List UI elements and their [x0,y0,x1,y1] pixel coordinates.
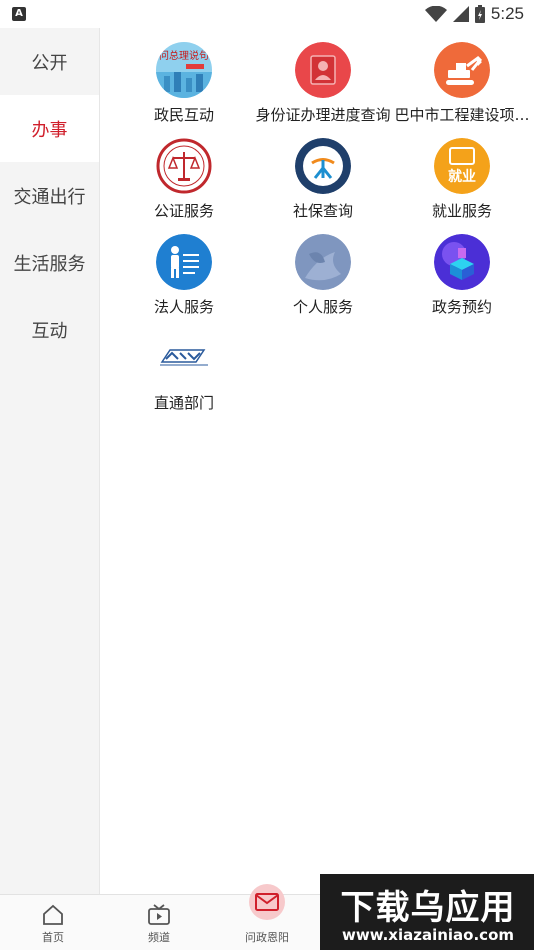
tv-icon [148,904,170,925]
nav-ask-government-label: 问政恩阳 [245,931,289,944]
sidebar-item-life[interactable]: 生活服务 [0,229,99,296]
id-card-icon [295,42,351,98]
service-item-social-security[interactable]: 社保查询 [248,136,398,232]
service-item-direct-department[interactable]: 直通部门 [109,328,259,424]
service-label: 个人服务 [292,298,353,316]
service-label: 直通部门 [153,394,214,412]
service-label: 政民互动 [153,106,214,124]
wifi-icon [424,6,447,22]
excavator-icon [434,42,490,98]
service-label: 政务预约 [431,298,492,316]
sidebar-item-transport[interactable]: 交通出行 [0,162,99,229]
appointment-icon [434,234,490,290]
service-item-appointment[interactable]: 政务预约 [387,232,534,328]
watermark-url: www.xiazainiao.com [341,926,515,944]
status-icons: 5:25 [424,3,524,25]
clock: 5:25 [490,4,524,23]
service-label: 身份证办理进度查询 [255,106,391,124]
nav-channel[interactable]: 频道 [106,895,212,950]
service-item-personal[interactable]: 个人服务 [248,232,398,328]
service-item-corporate[interactable]: 法人服务 [109,232,259,328]
service-item-employment[interactable]: 就业 就业服务 [387,136,534,232]
sidebar-item-services[interactable]: 办事 [0,95,99,162]
service-label: 法人服务 [153,298,214,316]
poster-icon: 问总理说句 [156,42,212,98]
employment-icon: 就业 [434,138,490,194]
service-label: 社保查询 [292,202,353,220]
svg-text:就业: 就业 [448,168,476,185]
sidebar-item-interaction[interactable]: 互动 [0,296,99,363]
watermark-title: 下载乌应用 [340,888,516,928]
service-item-gov-interaction[interactable]: 问总理说句 政民互动 [109,40,259,136]
service-label: 公证服务 [153,202,214,220]
social-security-icon [295,138,351,194]
service-label: 就业服务 [431,202,492,220]
corporate-icon [156,234,212,290]
category-sidebar: 公开 办事 交通出行 生活服务 互动 [0,28,100,894]
service-item-construction-project[interactable]: 巴中市工程建设项… [387,40,534,136]
mail-icon [255,893,279,911]
service-panel: 问总理说句 政民互动 身份证办理进度查询 巴中市工程建设项… 公证服务 社保查询… [101,28,534,894]
sidebar-item-public[interactable]: 公开 [0,28,99,95]
svg-text:问总理说句: 问总理说句 [159,49,209,62]
status-bar: A 5:25 [0,0,534,28]
ask-government-badge[interactable] [249,884,285,920]
home-icon [43,904,63,925]
service-item-notary[interactable]: 公证服务 [109,136,259,232]
watermark: 下载乌应用 www.xiazainiao.com [320,874,534,950]
scales-icon [156,138,212,194]
direct-department-icon [156,330,212,386]
service-item-id-card-query[interactable]: 身份证办理进度查询 [248,40,398,136]
battery-icon [474,5,485,23]
person-icon [295,234,351,290]
nav-home[interactable]: 首页 [0,895,106,950]
cellular-icon [452,6,469,22]
notification-badge: A [12,7,26,21]
nav-home-label: 首页 [42,931,64,944]
nav-channel-label: 频道 [148,931,170,944]
service-label: 巴中市工程建设项… [394,106,530,124]
